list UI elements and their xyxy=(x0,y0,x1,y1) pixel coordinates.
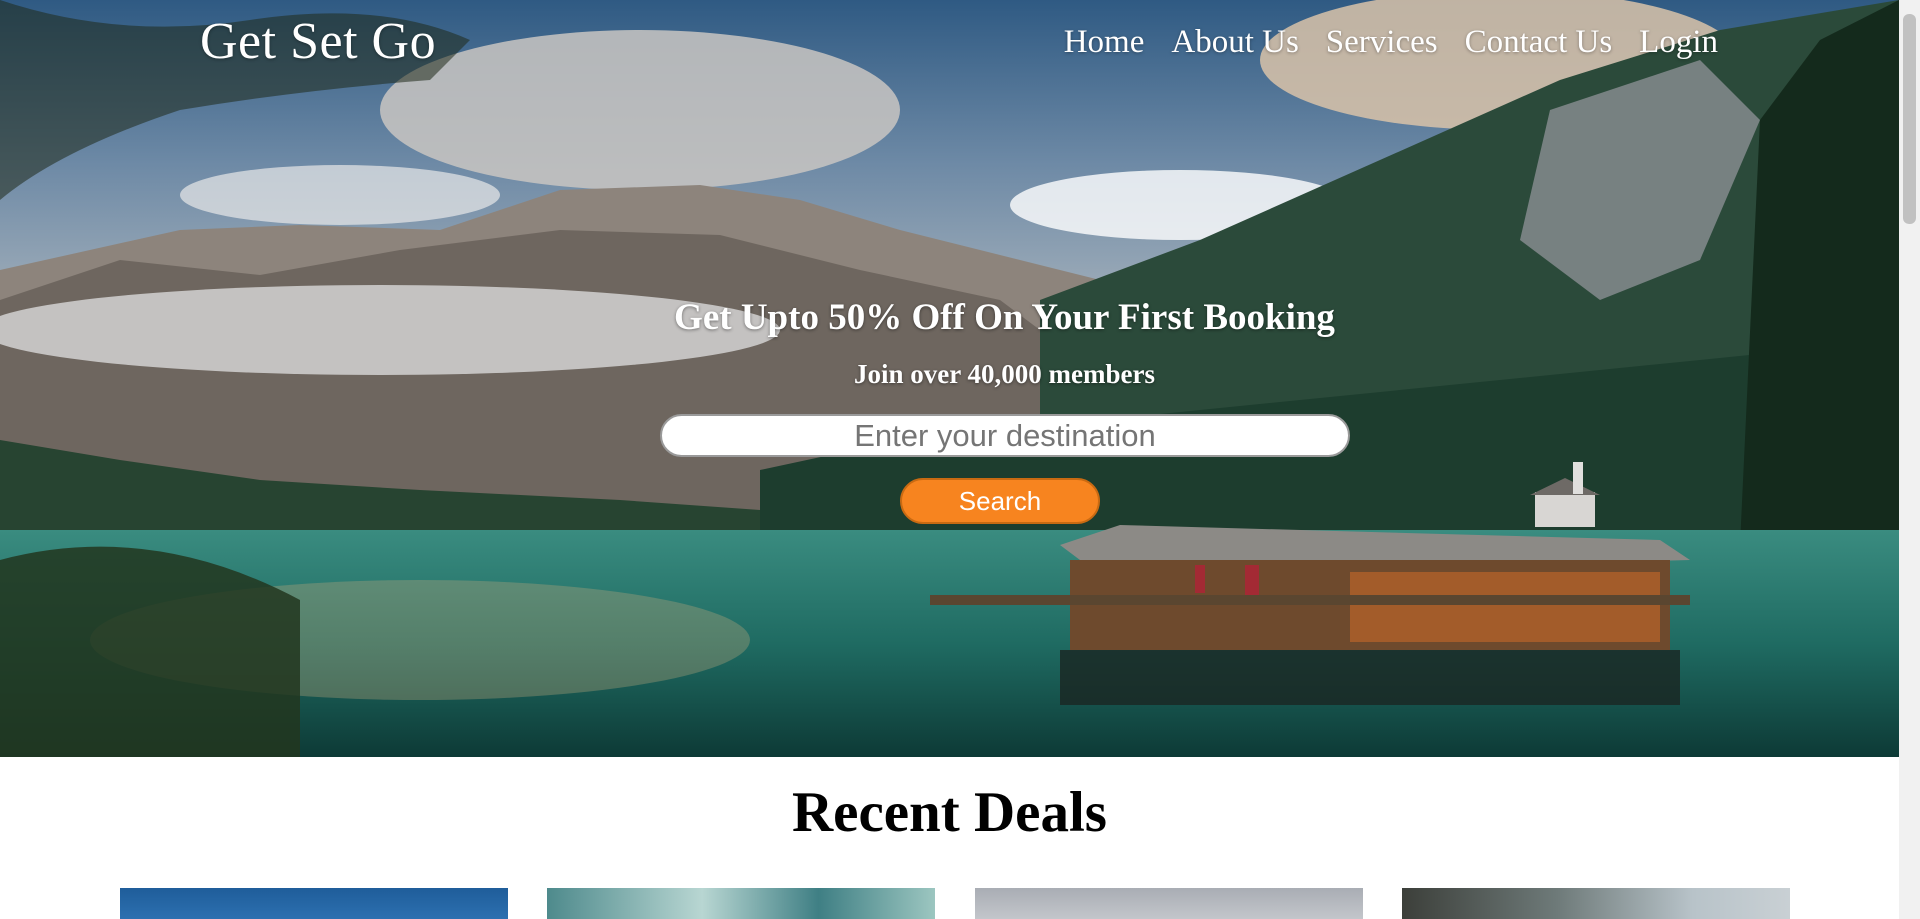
destination-search-input[interactable] xyxy=(660,414,1350,457)
recent-deals-title: Recent Deals xyxy=(792,781,1107,844)
hero-banner: Get Set Go Home About Us Services Contac… xyxy=(0,0,1899,757)
nav-about-us[interactable]: About Us xyxy=(1171,24,1298,61)
deal-card-image[interactable] xyxy=(1402,888,1790,919)
hero-subheadline: Join over 40,000 members xyxy=(854,359,1155,389)
hero-headline: Get Upto 50% Off On Your First Booking xyxy=(674,297,1335,338)
search-button[interactable]: Search xyxy=(900,478,1100,524)
vertical-scrollbar[interactable] xyxy=(1899,0,1920,919)
site-logo[interactable]: Get Set Go xyxy=(200,12,436,71)
nav-login[interactable]: Login xyxy=(1639,24,1718,61)
nav-home[interactable]: Home xyxy=(1064,24,1145,61)
scrollbar-thumb[interactable] xyxy=(1903,14,1916,224)
nav-services[interactable]: Services xyxy=(1326,24,1438,61)
main-nav: Home About Us Services Contact Us Login xyxy=(1064,24,1718,61)
nav-contact-us[interactable]: Contact Us xyxy=(1465,24,1613,61)
deal-card-image[interactable] xyxy=(547,888,935,919)
deal-card-image[interactable] xyxy=(120,888,508,919)
deal-card-image[interactable] xyxy=(975,888,1363,919)
